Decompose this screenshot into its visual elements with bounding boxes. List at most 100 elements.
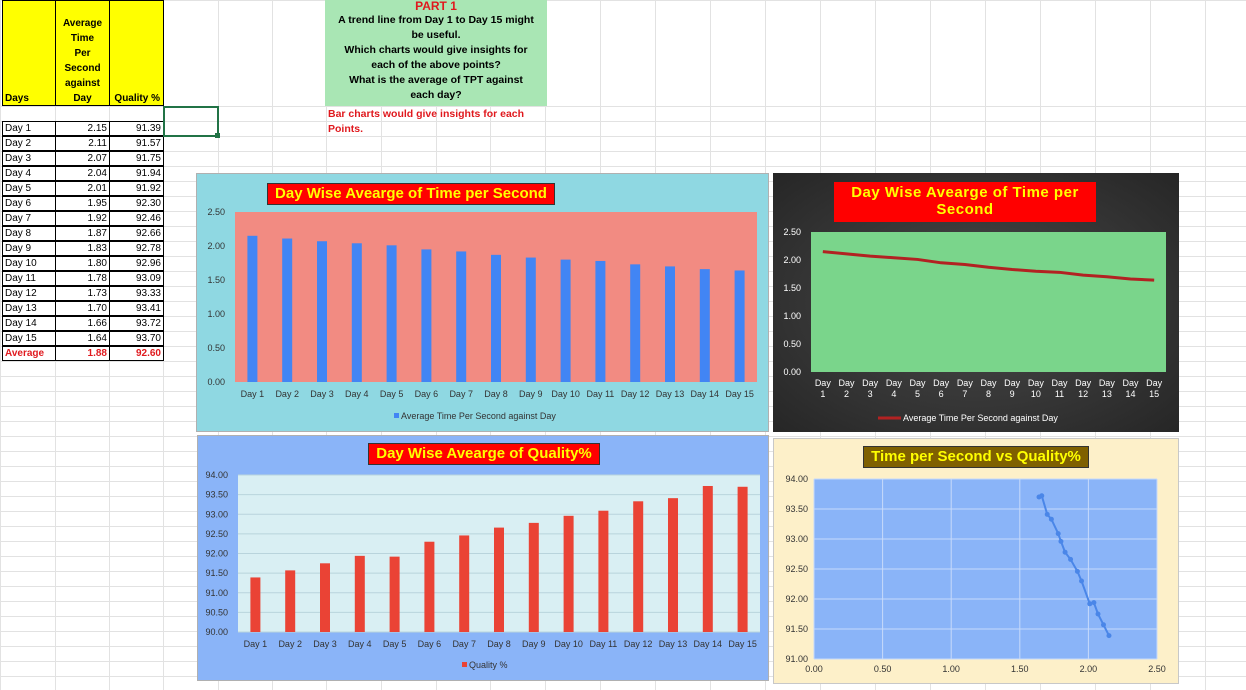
header-tpt-line: against	[64, 78, 100, 89]
table-cell-quality[interactable]: 92.96	[109, 256, 164, 271]
chart-tpt-line[interactable]: Day Wise Avearge of Time per Second 0.00…	[773, 173, 1179, 432]
selected-cell[interactable]	[163, 106, 219, 137]
table-cell-average-tpt[interactable]: 1.88	[55, 346, 110, 361]
table-cell-day[interactable]: Day 15	[2, 331, 56, 346]
y-tick-label: 2.00	[207, 241, 225, 251]
table-cell-quality[interactable]: 91.75	[109, 151, 164, 166]
answer-line: Points.	[328, 123, 364, 135]
x-tick-label-part: 13	[1102, 389, 1112, 399]
question-line: be useful.	[411, 29, 461, 41]
bar	[491, 254, 501, 382]
table-cell-day[interactable]: Day 8	[2, 226, 56, 241]
table-cell-tpt[interactable]: 2.01	[55, 181, 110, 196]
y-tick-label: 92.00	[205, 549, 228, 559]
table-cell-day[interactable]: Day 1	[2, 121, 56, 136]
table-cell-quality[interactable]: 93.41	[109, 301, 164, 316]
table-cell-tpt-text: 2.01	[87, 183, 107, 194]
table-cell-quality[interactable]: 91.92	[109, 181, 164, 196]
table-cell-quality[interactable]: 92.46	[109, 211, 164, 226]
table-cell-day[interactable]: Day 4	[2, 166, 56, 181]
table-cell-quality[interactable]: 91.39	[109, 121, 164, 136]
table-cell-tpt[interactable]: 1.64	[55, 331, 110, 346]
data-point	[1100, 622, 1106, 628]
x-tick-label: Day 7	[452, 639, 476, 649]
y-tick-label: 91.00	[205, 588, 228, 598]
fill-handle[interactable]	[215, 133, 220, 138]
table-cell-quality[interactable]: 93.09	[109, 271, 164, 286]
header-tpt-line: Time	[70, 33, 95, 44]
table-cell-average-quality[interactable]: 92.60	[109, 346, 164, 361]
x-tick-label-part: 1	[820, 389, 825, 399]
header-tpt-line: Average	[62, 18, 103, 29]
table-cell-day[interactable]: Day 7	[2, 211, 56, 226]
table-cell-day[interactable]: Day 12	[2, 286, 56, 301]
y-tick-label: 2.00	[783, 255, 801, 265]
table-cell-tpt[interactable]: 2.15	[55, 121, 110, 136]
chart-scatter[interactable]: Time per Second vs Quality% 91.00 91.50 92…	[773, 438, 1179, 684]
y-tick-label: 93.50	[205, 490, 228, 500]
chart-quality-bar[interactable]: Day Wise Avearge of Quality% 90.00 90.50 9…	[197, 435, 769, 681]
table-cell-day[interactable]: Day 10	[2, 256, 56, 271]
chart-tpt-bar[interactable]: Day Wise Avearge of Time per Second 0.00…	[196, 173, 769, 432]
table-cell-tpt[interactable]: 2.04	[55, 166, 110, 181]
table-cell-average-label[interactable]: Average	[2, 346, 56, 361]
y-tick-label: 1.00	[207, 309, 225, 319]
y-tick-label: 0.50	[207, 343, 225, 353]
x-tick-label-part: Day	[862, 378, 879, 388]
table-cell-tpt-text: 2.11	[88, 138, 107, 149]
table-cell-quality[interactable]: 91.57	[109, 136, 164, 151]
table-cell-tpt[interactable]: 2.11	[55, 136, 110, 151]
header-tpt-cell[interactable]: Average Time Per Second against Day	[55, 0, 110, 106]
header-tpt-line: Day	[73, 93, 92, 104]
legend-swatch	[462, 662, 467, 667]
bar	[285, 570, 296, 632]
table-cell-quality[interactable]: 92.30	[109, 196, 164, 211]
table-cell-tpt[interactable]: 1.83	[55, 241, 110, 256]
table-cell-tpt[interactable]: 1.92	[55, 211, 110, 226]
y-tick-label: 1.00	[783, 311, 801, 321]
y-tick-label: 90.00	[205, 627, 228, 637]
table-cell-tpt[interactable]: 1.70	[55, 301, 110, 316]
table-cell-tpt[interactable]: 1.87	[55, 226, 110, 241]
table-cell-day[interactable]: Day 9	[2, 241, 56, 256]
table-cell-quality[interactable]: 93.33	[109, 286, 164, 301]
x-tick-label: Day 13	[656, 389, 685, 399]
table-cell-day[interactable]: Day 3	[2, 151, 56, 166]
table-cell-tpt[interactable]: 1.80	[55, 256, 110, 271]
x-tick-label: Day 6	[418, 639, 442, 649]
bar	[282, 238, 293, 382]
table-cell-day[interactable]: Day 5	[2, 181, 56, 196]
y-tick-label: 94.00	[205, 470, 228, 480]
bar	[563, 515, 574, 632]
x-tick-label: 1.00	[942, 664, 960, 674]
bar	[389, 556, 400, 632]
table-cell-tpt[interactable]: 1.66	[55, 316, 110, 331]
table-cell-tpt[interactable]: 1.73	[55, 286, 110, 301]
table-cell-day[interactable]: Day 14	[2, 316, 56, 331]
table-cell-quality[interactable]: 93.72	[109, 316, 164, 331]
table-cell-day[interactable]: Day 13	[2, 301, 56, 316]
table-cell-day[interactable]: Day 11	[2, 271, 56, 286]
table-cell-quality[interactable]: 91.94	[109, 166, 164, 181]
header-quality-cell[interactable]: Quality %	[109, 0, 164, 106]
table-cell-tpt-text: 1.73	[87, 288, 107, 299]
data-point	[1074, 568, 1080, 574]
table-cell-quality[interactable]: 92.66	[109, 226, 164, 241]
table-cell-quality[interactable]: 92.78	[109, 241, 164, 256]
table-cell-day[interactable]: Day 2	[2, 136, 56, 151]
header-days-cell[interactable]: Days	[2, 0, 56, 106]
table-cell-tpt[interactable]: 1.95	[55, 196, 110, 211]
table-cell-tpt[interactable]: 1.78	[55, 271, 110, 286]
data-point	[1048, 516, 1054, 522]
table-cell-average-quality-text: 92.60	[135, 348, 161, 359]
table-cell-day-text: Day 14	[5, 318, 37, 329]
table-cell-day[interactable]: Day 6	[2, 196, 56, 211]
table-cell-tpt[interactable]: 2.07	[55, 151, 110, 166]
x-tick-label: Day 8	[484, 389, 508, 399]
legend-label: Average Time Per Second against Day	[903, 413, 1058, 423]
question-line: Which charts would give insights for	[344, 44, 528, 56]
x-tick-label: Day 1	[241, 389, 265, 399]
table-cell-quality-text: 91.75	[135, 153, 161, 164]
table-cell-day-text: Day 13	[5, 303, 37, 314]
table-cell-quality[interactable]: 93.70	[109, 331, 164, 346]
